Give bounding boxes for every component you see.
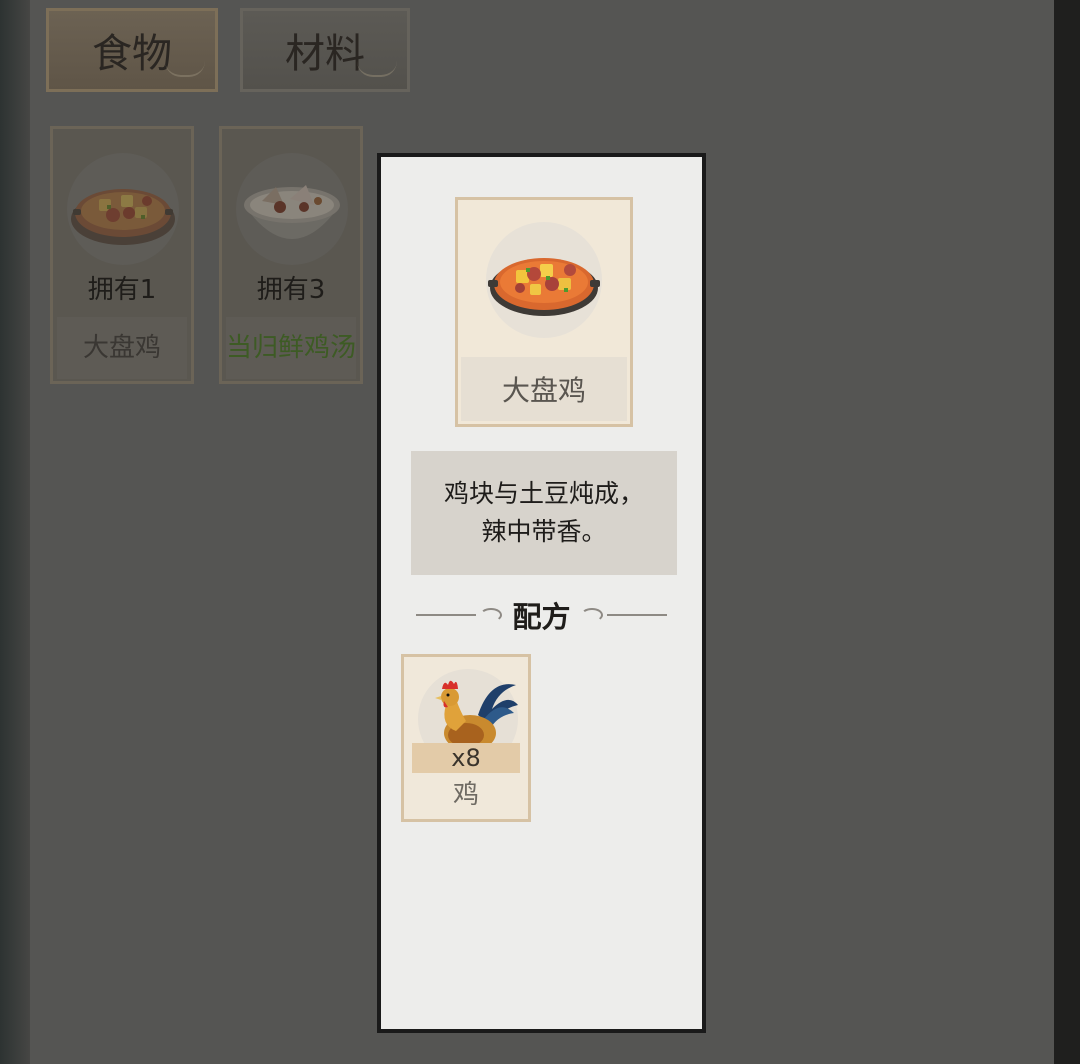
tab-food-label: 食物 [92, 31, 172, 77]
food-item-name: 大盘鸡 [57, 317, 187, 379]
food-item-name: 当归鲜鸡汤 [226, 317, 356, 379]
recipe-heading-label: 配方 [512, 600, 571, 634]
ingredient-name: 鸡 [452, 780, 479, 810]
selected-food-card: 大盘鸡 [455, 197, 633, 427]
description-line: 辣中带香。 [481, 517, 607, 546]
food-item-card[interactable]: 拥有1 大盘鸡 [50, 126, 194, 384]
tab-materials[interactable]: 材料 [240, 8, 410, 92]
ingredient-card[interactable]: x8 鸡 [401, 654, 531, 822]
spicy-chicken-dish-icon [484, 220, 604, 340]
ingredient-quantity: x8 [412, 743, 520, 773]
tab-materials-label: 材料 [285, 31, 365, 77]
divider [416, 614, 477, 616]
background-scenery-left [0, 0, 30, 1064]
food-detail-panel: 大盘鸡 鸡块与土豆炖成， 辣中带香。 配方 x8 鸡 [377, 153, 706, 1033]
selected-food-name: 大盘鸡 [461, 357, 627, 421]
owned-count: 拥有1 [87, 275, 157, 305]
divider [606, 614, 667, 616]
spicy-chicken-dish-icon [63, 149, 183, 269]
tab-food[interactable]: 食物 [46, 8, 218, 92]
food-description: 鸡块与土豆炖成， 辣中带香。 [411, 451, 677, 575]
game-screen: 食物 材料 拥有1 大盘鸡 拥有3 当归鲜鸡汤 大盘鸡 鸡块与土豆炖成， 辣中带… [0, 0, 1080, 1064]
angelica-chicken-soup-icon [232, 149, 352, 269]
description-line: 鸡块与土豆炖成， [443, 479, 644, 508]
swirl-ornament-icon [580, 608, 603, 622]
food-item-card[interactable]: 拥有3 当归鲜鸡汤 [219, 126, 363, 384]
panel-right-border [1054, 0, 1080, 1064]
recipe-heading: 配方 [381, 595, 702, 635]
owned-count: 拥有3 [256, 275, 326, 305]
swirl-ornament-icon [480, 608, 503, 622]
